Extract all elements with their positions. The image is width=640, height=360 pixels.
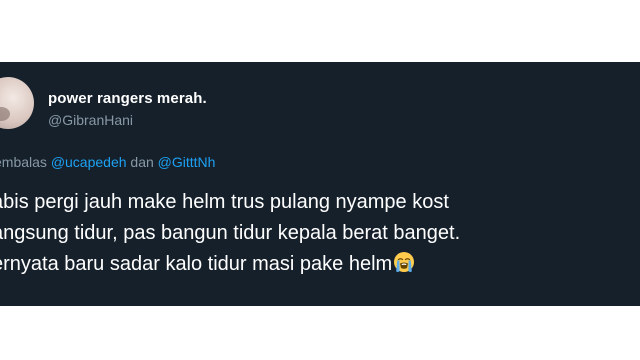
tweet-body: abis pergi jauh make helm trus pulang ny… (0, 187, 640, 280)
avatar[interactable] (0, 77, 34, 129)
mention-link-ucapedeh[interactable]: @ucapedeh (51, 154, 127, 170)
display-name[interactable]: power rangers merah. (48, 90, 207, 107)
tweet-line-2: angsung tidur, pas bangun tidur kepala b… (0, 222, 461, 244)
tweet-line-1: abis pergi jauh make helm trus pulang ny… (0, 191, 449, 213)
tweet-card: power rangers merah. @GibranHani embalas… (0, 62, 640, 306)
mention-link-gitttnh[interactable]: @GitttNh (158, 154, 216, 170)
tweet-line-3-text: ernyata baru sadar kalo tidur masi pake … (0, 253, 393, 275)
tweet-line-3: ernyata baru sadar kalo tidur masi pake … (0, 249, 640, 280)
reply-prefix: embalas (0, 154, 47, 170)
loudly-crying-face-icon (394, 252, 415, 272)
user-handle[interactable]: @GibranHani (48, 112, 133, 128)
avatar-shadow (0, 107, 10, 121)
reply-context: embalas @ucapedeh dan @GitttNh (0, 154, 215, 170)
reply-connector: dan (126, 154, 158, 170)
